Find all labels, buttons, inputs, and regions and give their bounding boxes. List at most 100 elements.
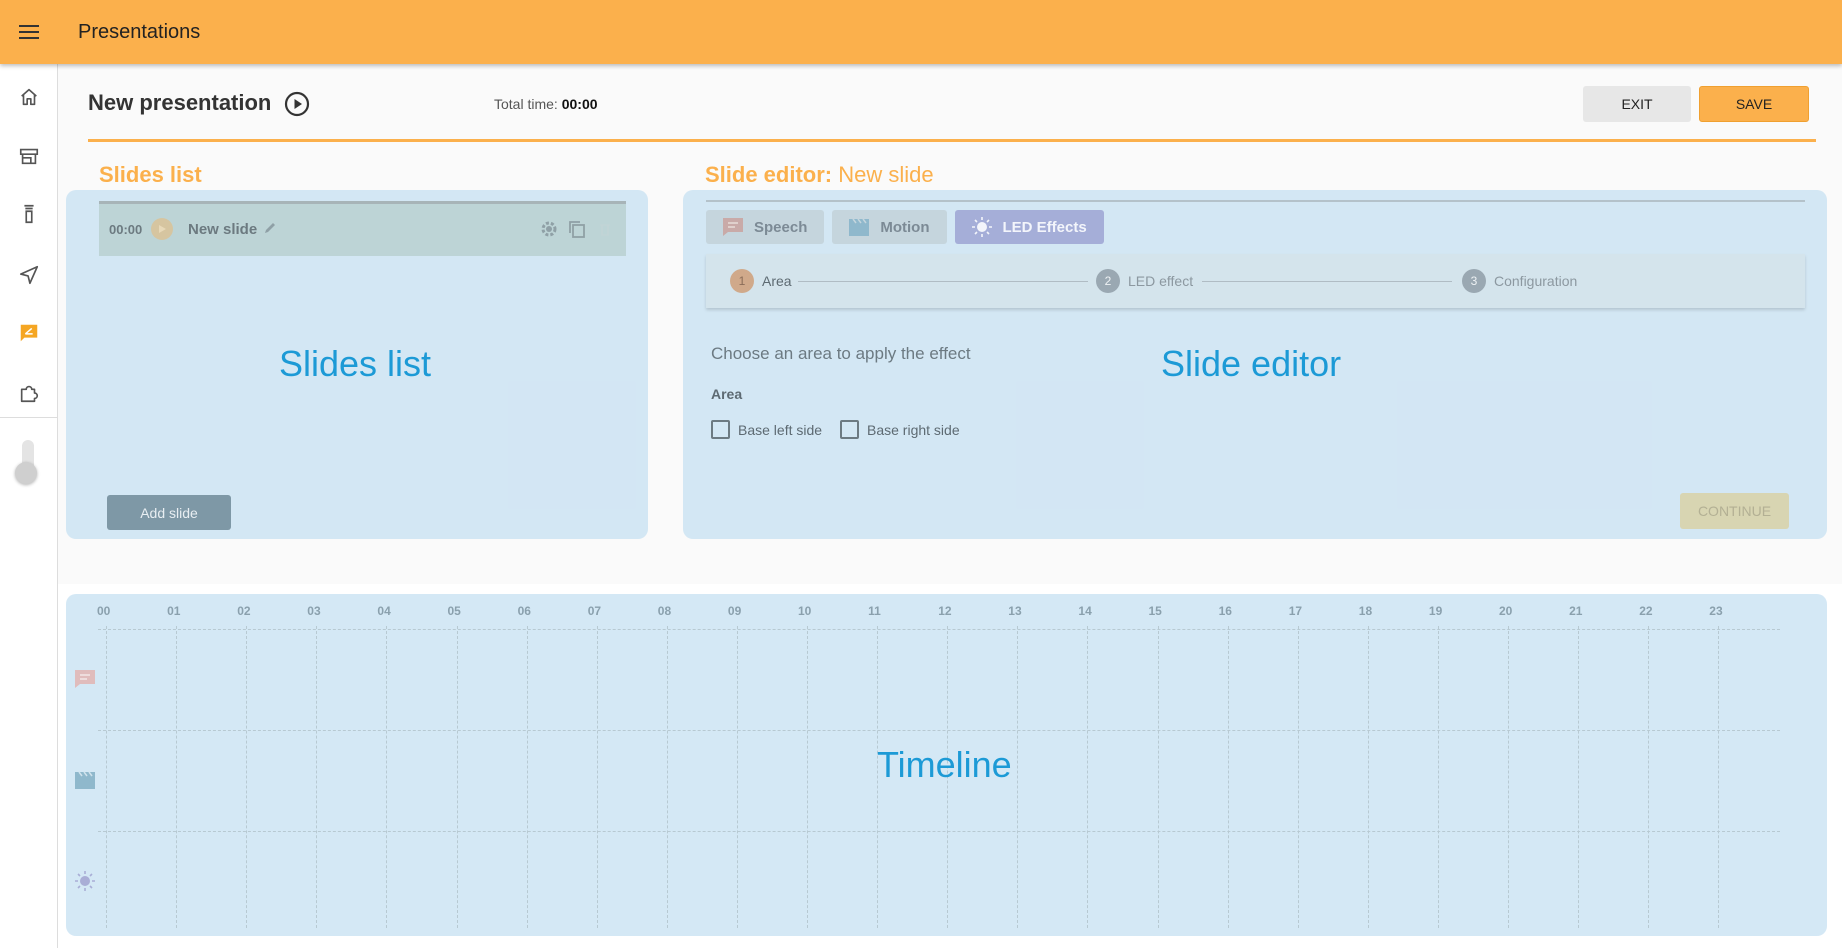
menu-button[interactable] (0, 0, 58, 64)
timeline-gridline (316, 626, 318, 928)
timeline-gridline (1718, 626, 1720, 928)
timeline-gridline (596, 626, 598, 928)
timeline-gridline (1017, 626, 1019, 928)
presentation-header: New presentation Total time: 00:00 EXIT … (88, 70, 1816, 142)
step-number: 3 (1462, 269, 1486, 293)
slide-name: New slide (188, 221, 258, 238)
slides-list-overlay-label: Slides list (279, 343, 432, 384)
slide-time: 00:00 (109, 222, 143, 237)
sidebar-item-store[interactable] (0, 132, 57, 180)
timeline-gridline (386, 626, 388, 928)
timeline-gridline (1227, 626, 1229, 928)
timeline-gridline (526, 626, 528, 928)
checkbox-base-left[interactable]: Base left side (711, 420, 822, 439)
timeline-motion-track-icon (74, 770, 96, 792)
timeline-gridline (176, 626, 178, 928)
stepper: 1 Area 2 LED effect 3 Configuration (706, 254, 1805, 308)
timeline-led-track-icon (74, 870, 96, 892)
sidebar-item-plugins[interactable] (0, 369, 57, 417)
timeline-tick-label: 08 (657, 604, 672, 618)
total-time-label: Total time: (494, 96, 558, 112)
timeline-gridline (246, 626, 248, 928)
timeline-tick-label: 11 (868, 604, 881, 618)
play-circle-icon (284, 91, 310, 117)
presentation-icon (20, 324, 37, 342)
step-led-effect[interactable]: 2 LED effect (1096, 269, 1193, 293)
step-connector (798, 281, 1088, 282)
sidebar-item-navigation[interactable] (0, 251, 57, 299)
add-slide-button[interactable]: Add slide (107, 495, 231, 530)
save-button[interactable]: SAVE (1699, 86, 1809, 122)
slide-settings-button[interactable] (538, 218, 560, 240)
sidebar-item-presentations[interactable] (0, 309, 57, 357)
timeline-track-line (98, 730, 1780, 731)
timeline-tick-label: 13 (1008, 604, 1022, 618)
timeline-gridline (1437, 626, 1439, 928)
checkbox-box[interactable] (711, 420, 730, 439)
timeline-gridline (1297, 626, 1299, 928)
speech-icon (723, 218, 743, 236)
delete-icon (600, 224, 610, 236)
slide-rename-button[interactable] (263, 221, 277, 235)
led-icon (75, 871, 95, 891)
robot-icon (23, 204, 34, 224)
timeline-tick-label: 17 (1288, 604, 1303, 618)
timeline-tick-label: 21 (1569, 604, 1583, 618)
slide-delete-button[interactable] (594, 218, 616, 240)
navigation-icon (19, 265, 38, 285)
exit-button[interactable]: EXIT (1583, 86, 1691, 122)
timeline-gridline (807, 626, 808, 928)
timeline-speech-track-icon (74, 669, 96, 691)
step-number: 1 (730, 269, 754, 293)
sidebar-item-robot[interactable] (0, 190, 57, 238)
timeline-track-line (98, 831, 1780, 832)
timeline-tick-label: 04 (377, 604, 391, 618)
timeline-tick-label: 03 (307, 604, 321, 618)
timeline-gridline (1367, 626, 1369, 928)
timeline-tick-label: 22 (1639, 604, 1653, 618)
checkbox-base-right[interactable]: Base right side (840, 420, 960, 439)
timeline-tick-label: 14 (1078, 604, 1092, 618)
tab-led-effects[interactable]: LED Effects (954, 210, 1104, 244)
slide-editor-overlay-label: Slide editor (1161, 343, 1342, 384)
timeline-track-line (98, 629, 1780, 630)
step-configuration[interactable]: 3 Configuration (1462, 269, 1577, 293)
led-icon (971, 217, 992, 237)
timeline-tick-label: 20 (1499, 604, 1513, 618)
timeline-tick-label: 00 (97, 604, 111, 618)
timeline-gridline (666, 626, 668, 928)
slide-duplicate-button[interactable] (566, 218, 588, 240)
slide-row[interactable]: 00:00 New slide (99, 201, 626, 256)
timeline-tick-label: 16 (1218, 604, 1232, 618)
timeline-tick-label: 07 (587, 604, 602, 618)
step-number: 2 (1096, 269, 1120, 293)
slide-editor-subtitle: New slide (838, 162, 934, 187)
sidebar-divider (0, 417, 57, 418)
play-icon (159, 225, 166, 233)
sidebar-item-home[interactable] (0, 73, 57, 121)
checkbox-box[interactable] (840, 420, 859, 439)
play-presentation-button[interactable] (284, 91, 310, 117)
home-icon (20, 88, 37, 106)
step-label: LED effect (1128, 273, 1194, 289)
timeline-tick-label: 09 (727, 604, 742, 618)
app-title: Presentations (78, 21, 201, 43)
slide-editor-title: Slide editor: New slide (705, 162, 934, 188)
slide-play-button[interactable] (151, 218, 173, 240)
total-time-value: 00:00 (561, 96, 598, 112)
tab-speech[interactable]: Speech (706, 210, 825, 244)
timeline-gridline (1157, 626, 1159, 928)
area-instruction: Choose an area to apply the effect (711, 344, 971, 363)
motion-icon (75, 771, 95, 789)
tab-speech-label: Speech (754, 218, 808, 236)
continue-button[interactable]: CONTINUE (1680, 493, 1789, 529)
area-label: Area (711, 386, 743, 402)
theme-toggle[interactable] (14, 436, 38, 486)
step-area[interactable]: 1 Area (730, 269, 792, 293)
store-icon (19, 148, 38, 165)
puzzle-icon (20, 385, 38, 403)
sidebar (0, 64, 58, 948)
tab-motion[interactable]: Motion (832, 210, 947, 244)
timeline-tick-label: 01 (167, 604, 181, 618)
slides-list-title: Slides list (99, 162, 202, 187)
